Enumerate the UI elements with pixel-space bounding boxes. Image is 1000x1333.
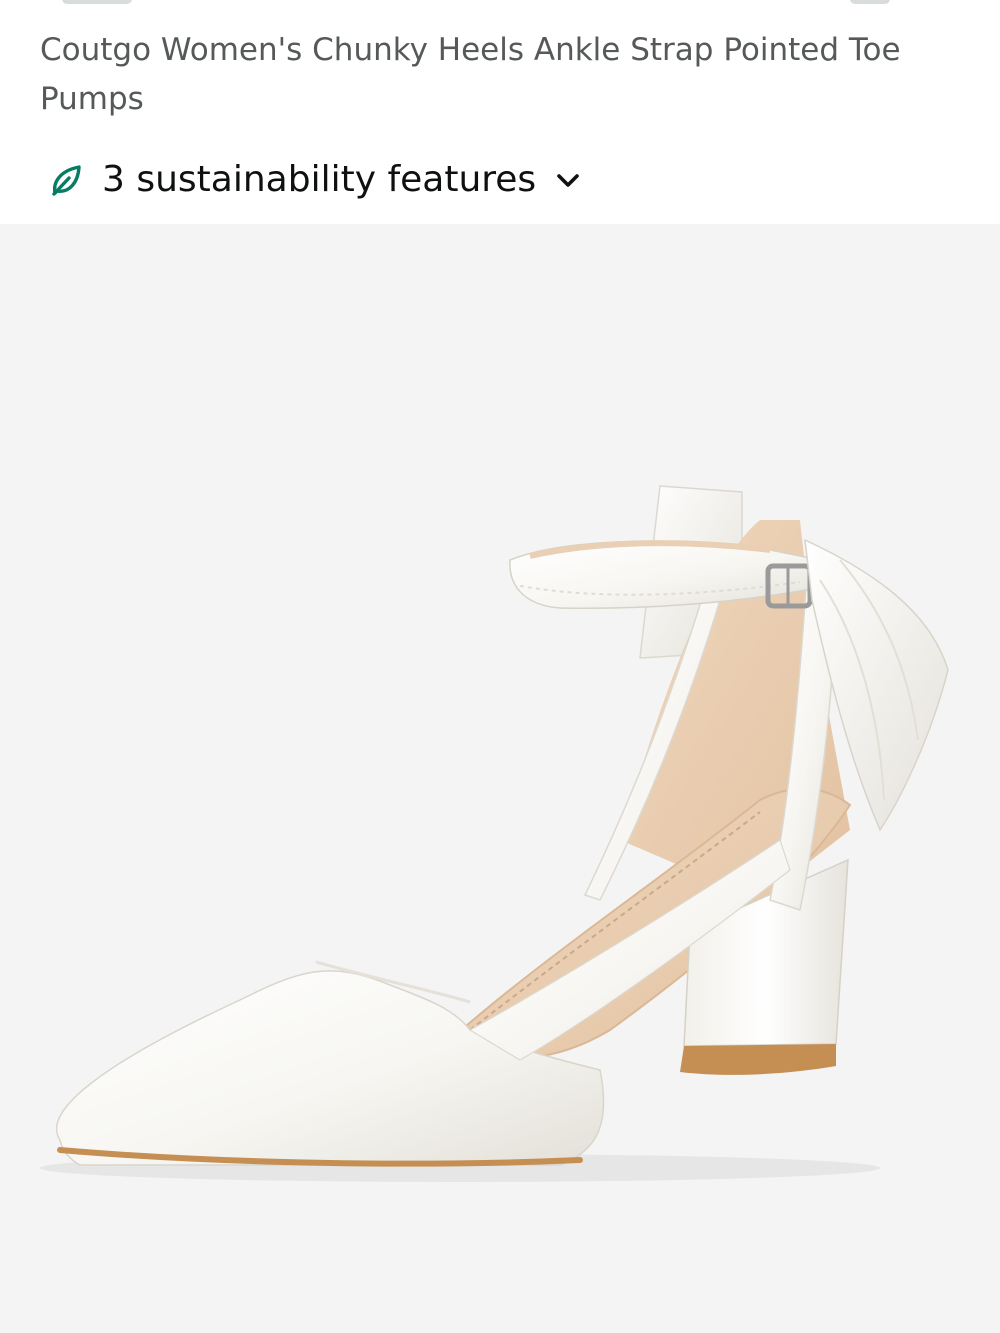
cutoff-fragment [62,0,132,4]
top-edge-cutoff [0,0,1000,6]
chevron-down-icon [554,166,582,194]
cutoff-fragment [850,0,890,4]
product-image[interactable] [0,224,1000,1333]
product-title[interactable]: Coutgo Women's Chunky Heels Ankle Strap … [40,26,960,124]
shoe-illustration [40,485,949,1182]
sustainability-label: 3 sustainability features [102,159,537,200]
sustainability-features-toggle[interactable]: 3 sustainability features [48,150,582,210]
leaf-icon [48,162,84,198]
